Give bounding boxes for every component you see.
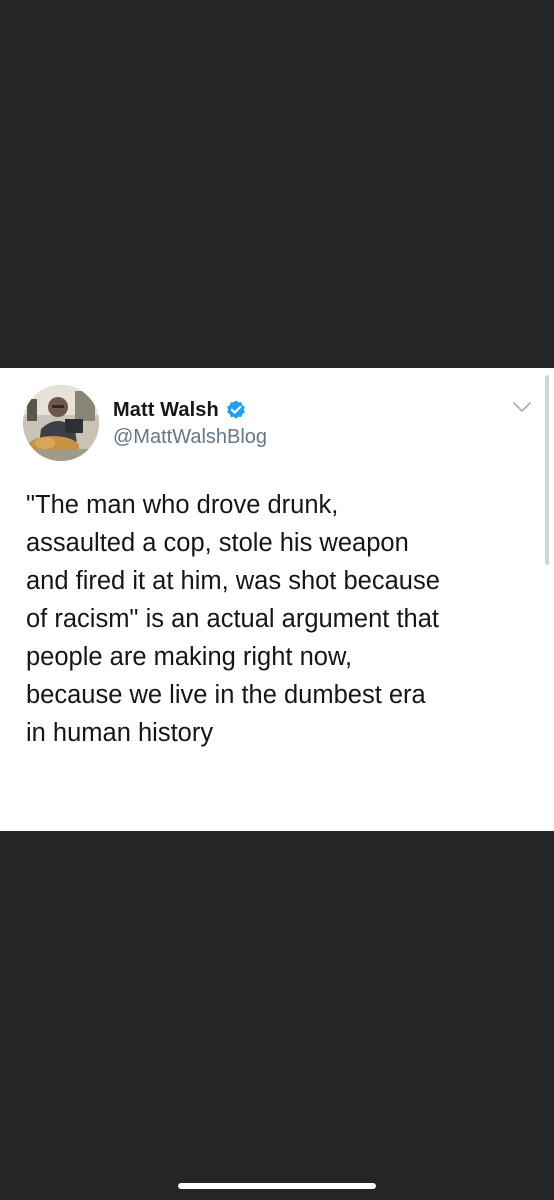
author-name-row[interactable]: Matt Walsh	[113, 397, 247, 423]
home-indicator[interactable]	[178, 1183, 376, 1189]
display-name[interactable]: Matt Walsh	[113, 399, 219, 422]
verified-badge-icon	[225, 399, 247, 421]
tweet-text: "The man who drove drunk, assaulted a co…	[26, 491, 440, 747]
scrollbar[interactable]	[545, 375, 549, 565]
chevron-down-icon[interactable]	[511, 400, 533, 414]
screen-dark-background-top	[0, 0, 554, 368]
avatar[interactable]	[23, 385, 99, 461]
user-handle[interactable]: @MattWalshBlog	[113, 426, 267, 449]
tweet-card[interactable]: Matt Walsh @MattWalshBlog "The man who d…	[0, 368, 554, 831]
